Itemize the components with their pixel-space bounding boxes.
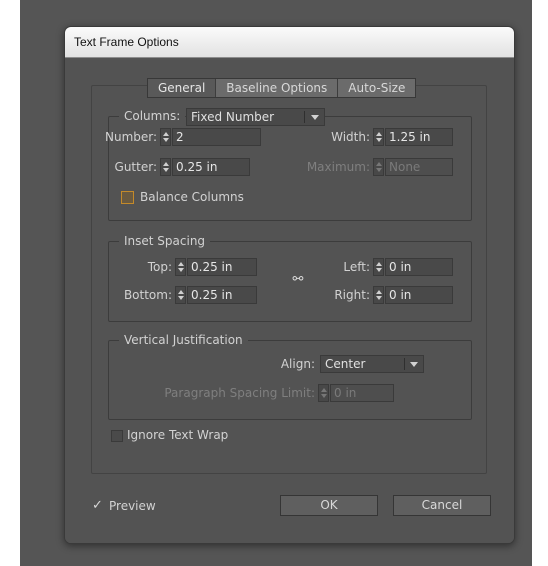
gutter-stepper[interactable] [160, 158, 171, 176]
paragraph-spacing-field: 0 in [330, 384, 394, 402]
align-dropdown[interactable]: Center [320, 355, 424, 373]
inset-spacing-group: Inset Spacing [108, 233, 472, 322]
inset-top-label: Top: [147, 260, 172, 274]
text-frame-options-dialog: Text Frame Options General Baseline Opti… [64, 26, 515, 544]
number-field[interactable]: 2 [172, 128, 261, 146]
gutter-label: Gutter: [114, 160, 157, 174]
dropdown-separator [404, 358, 405, 370]
chevron-down-icon [410, 362, 418, 367]
vertical-justification-label: Vertical Justification [119, 332, 248, 348]
number-stepper[interactable] [160, 128, 171, 146]
inset-bottom-field[interactable]: 0.25 in [187, 286, 257, 304]
width-label: Width: [331, 130, 370, 144]
tab-auto-size[interactable]: Auto-Size [338, 79, 416, 97]
width-stepper[interactable] [373, 128, 384, 146]
gutter-field[interactable]: 0.25 in [172, 158, 250, 176]
inset-bottom-stepper[interactable] [175, 286, 186, 304]
inset-right-stepper[interactable] [373, 286, 384, 304]
inset-left-stepper[interactable] [373, 258, 384, 276]
inset-spacing-label: Inset Spacing [119, 233, 211, 249]
dropdown-separator [304, 111, 305, 123]
cancel-button[interactable]: Cancel [393, 495, 491, 516]
maximum-field: None [385, 158, 453, 176]
width-field[interactable]: 1.25 in [385, 128, 453, 146]
columns-label: Columns: [119, 108, 186, 124]
balance-columns-checkbox[interactable] [121, 191, 134, 204]
inset-right-label: Right: [334, 288, 370, 302]
balance-columns-label: Balance Columns [140, 190, 244, 204]
align-label: Align: [280, 357, 315, 371]
title-bar: Text Frame Options [65, 27, 514, 58]
chevron-down-icon [311, 115, 319, 120]
inset-left-label: Left: [343, 260, 370, 274]
inset-right-field[interactable]: 0 in [385, 286, 453, 304]
inset-top-field[interactable]: 0.25 in [187, 258, 257, 276]
columns-type-value: Fixed Number [191, 110, 275, 124]
ok-button[interactable]: OK [280, 495, 378, 516]
inset-top-stepper[interactable] [175, 258, 186, 276]
tab-baseline-options[interactable]: Baseline Options [216, 79, 339, 97]
align-value: Center [325, 357, 366, 371]
inset-bottom-label: Bottom: [123, 288, 172, 302]
dialog-body: General Baseline Options Auto-Size Colum… [65, 58, 514, 543]
columns-type-dropdown[interactable]: Fixed Number [186, 108, 325, 126]
link-chain-icon[interactable]: ⚯ [291, 273, 305, 287]
vertical-justification-group: Vertical Justification [108, 332, 472, 420]
ignore-text-wrap-label: Ignore Text Wrap [127, 428, 229, 442]
maximum-label: Maximum: [306, 160, 370, 174]
maximum-stepper [373, 158, 384, 176]
ignore-text-wrap-checkbox[interactable] [111, 430, 123, 442]
number-label: Number: [105, 130, 158, 144]
preview-label: Preview [109, 499, 156, 513]
paragraph-spacing-limit-label: Paragraph Spacing Limit: [164, 386, 315, 400]
preview-checkbox[interactable]: ✓ [92, 498, 103, 514]
dialog-title: Text Frame Options [74, 35, 179, 49]
tab-general[interactable]: General [148, 79, 217, 97]
paragraph-spacing-stepper [318, 384, 329, 402]
tab-bar: General Baseline Options Auto-Size [147, 78, 417, 98]
inset-left-field[interactable]: 0 in [385, 258, 453, 276]
